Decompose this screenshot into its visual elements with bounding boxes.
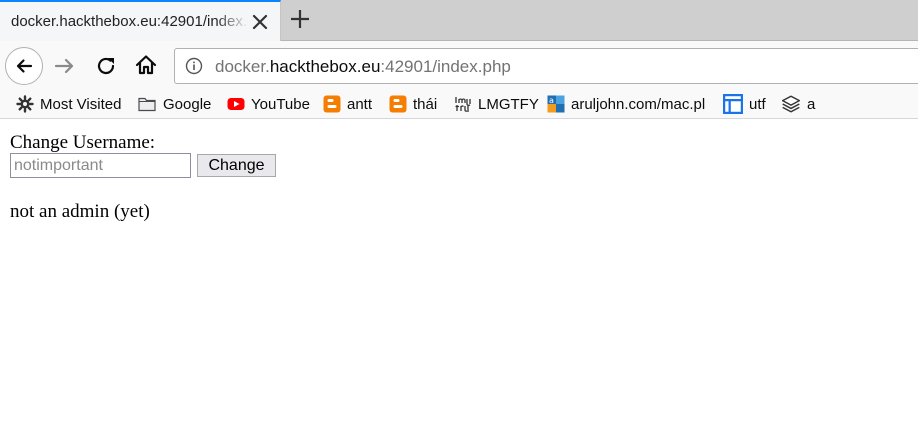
lmgtfy-icon bbox=[455, 97, 471, 112]
home-icon[interactable] bbox=[134, 53, 158, 77]
url-host: hackthebox.eu bbox=[269, 57, 381, 76]
close-tab-icon[interactable] bbox=[249, 11, 271, 33]
layers-icon bbox=[781, 95, 801, 113]
username-input[interactable] bbox=[10, 153, 191, 178]
bookmark-youtube[interactable]: YouTube bbox=[227, 93, 310, 115]
admin-status-text: not an admin (yet) bbox=[10, 201, 150, 222]
svg-text:a: a bbox=[549, 96, 554, 105]
layout-icon bbox=[723, 94, 743, 114]
bookmark-utf[interactable]: utf bbox=[723, 93, 766, 115]
gear-icon bbox=[16, 95, 34, 113]
blogger-icon bbox=[389, 95, 407, 113]
bookmarks-toolbar: Most Visited Google YouTube antt thái LM… bbox=[0, 90, 918, 119]
bookmark-aruljohn[interactable]: a aruljohn.com/mac.pl bbox=[547, 93, 705, 115]
bookmark-label: Google bbox=[163, 95, 212, 113]
blogger-icon bbox=[323, 95, 341, 113]
bookmark-a[interactable]: a bbox=[781, 93, 815, 115]
youtube-icon bbox=[227, 98, 245, 110]
tab-strip: docker.hackthebox.eu:42901/index.php bbox=[0, 0, 918, 41]
bookmark-antt[interactable]: antt bbox=[323, 93, 372, 115]
back-button[interactable] bbox=[5, 47, 43, 85]
tab-title: docker.hackthebox.eu:42901/index.php bbox=[11, 13, 247, 30]
tab-title-fade bbox=[215, 6, 249, 36]
change-username-label: Change Username: bbox=[10, 132, 156, 153]
bookmark-label: LMGTFY bbox=[478, 95, 539, 113]
bookmark-thai[interactable]: thái bbox=[389, 93, 437, 115]
bookmark-google-folder[interactable]: Google bbox=[137, 93, 211, 115]
bookmark-label: antt bbox=[347, 95, 373, 113]
navigation-toolbar: docker.hackthebox.eu:42901/index.php bbox=[0, 41, 918, 90]
url-suffix: :42901/index.php bbox=[380, 57, 511, 76]
forward-arrow-icon[interactable] bbox=[53, 54, 77, 78]
bookmark-label: aruljohn.com/mac.pl bbox=[571, 95, 706, 113]
bookmark-label: utf bbox=[749, 95, 766, 113]
folder-icon bbox=[138, 97, 156, 112]
bookmark-lmgtfy[interactable]: LMGTFY bbox=[454, 93, 539, 115]
back-arrow-icon bbox=[16, 59, 33, 73]
bookmark-label: a bbox=[807, 95, 816, 113]
bookmark-label: Most Visited bbox=[40, 95, 122, 113]
info-icon[interactable] bbox=[185, 57, 203, 75]
active-tab[interactable]: docker.hackthebox.eu:42901/index.php bbox=[0, 0, 281, 41]
address-bar[interactable]: docker.hackthebox.eu:42901/index.php bbox=[174, 48, 918, 84]
reload-icon[interactable] bbox=[94, 54, 118, 78]
new-tab-icon[interactable] bbox=[288, 7, 312, 31]
url-text: docker.hackthebox.eu:42901/index.php bbox=[215, 57, 511, 77]
aruljohn-icon: a bbox=[547, 95, 565, 113]
bookmark-label: thái bbox=[413, 95, 438, 113]
url-prefix: docker. bbox=[215, 57, 270, 76]
bookmark-label: YouTube bbox=[251, 95, 310, 113]
bookmark-most-visited[interactable]: Most Visited bbox=[16, 93, 121, 115]
change-button[interactable]: Change bbox=[197, 154, 276, 177]
